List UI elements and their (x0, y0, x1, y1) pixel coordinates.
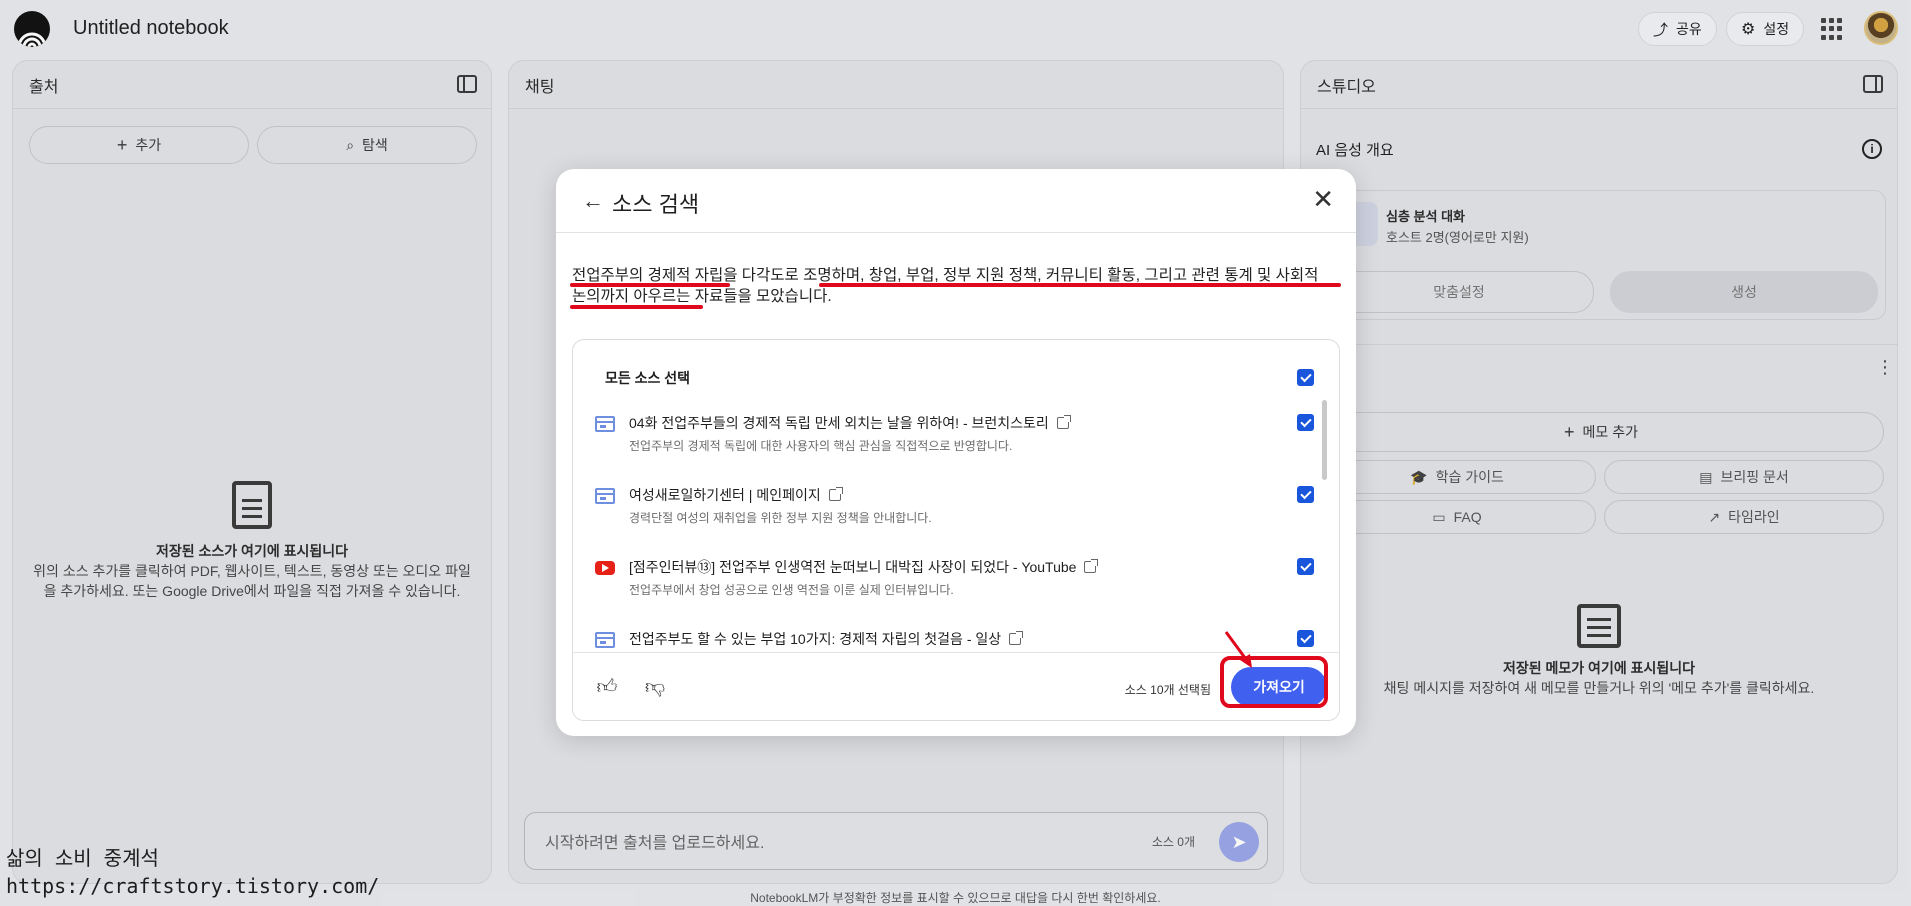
red-underline-annotation (570, 305, 703, 309)
list-scrollbar[interactable] (1322, 400, 1327, 480)
external-link-icon[interactable] (828, 487, 843, 501)
source-description: 경력단절 여성의 재취업을 위한 정부 지원 정책을 안내합니다. (629, 511, 932, 525)
source-description: 전업주부의 경제적 독립에 대한 사용자의 핵심 관심을 직접적으로 반영합니다… (629, 439, 1013, 453)
dialog-header: ← 소스 검색 ✕ (556, 169, 1356, 233)
external-link-icon[interactable] (1056, 415, 1071, 429)
source-checkbox[interactable] (1297, 630, 1314, 647)
source-title[interactable]: 전업주부도 할 수 있는 부업 10가지: 경제적 자립의 첫걸음 - 일상 (629, 629, 1024, 649)
source-description: 전업주부에서 창업 성공으로 인생 역전을 이룬 실제 인터뷰입니다. (629, 583, 954, 597)
source-checkbox[interactable] (1297, 558, 1314, 575)
source-title[interactable]: 여성새로일하기센터 | 메인페이지 (629, 485, 843, 505)
close-icon[interactable]: ✕ (1312, 185, 1334, 213)
source-checkbox[interactable] (1297, 486, 1314, 503)
dialog-title: 소스 검색 (612, 192, 700, 217)
web-page-icon (595, 488, 615, 504)
thumbs-up-icon[interactable]: 👍︎ (595, 675, 619, 699)
source-title[interactable]: 04화 전업주부들의 경제적 독립 만세 외치는 날을 위하여! - 브런치스토… (629, 413, 1071, 433)
source-title[interactable]: [점주인터뷰⑬] 전업주부 인생역전 눈떠보니 대박집 사장이 되었다 - Yo… (629, 557, 1099, 577)
source-item[interactable]: [점주인터뷰⑬] 전업주부 인생역전 눈떠보니 대박집 사장이 되었다 - Yo… (573, 552, 1314, 622)
select-all-label: 모든 소스 선택 (605, 370, 691, 386)
red-arrow-annotation (1224, 631, 1252, 668)
youtube-icon (595, 561, 615, 575)
source-checkbox[interactable] (1297, 414, 1314, 431)
web-page-icon (595, 632, 615, 648)
watermark-title: 삶의 소비 중계석 (6, 846, 159, 870)
external-link-icon[interactable] (1009, 631, 1024, 645)
thumbs-down-icon[interactable]: 👎︎ (643, 675, 667, 699)
web-page-icon (595, 416, 615, 432)
red-underline-annotation (570, 283, 730, 287)
red-underline-annotation (819, 283, 1341, 287)
select-all-checkbox[interactable] (1297, 369, 1314, 386)
selected-count: 소스 10개 선택됨 (1124, 683, 1211, 697)
external-link-icon[interactable] (1084, 559, 1099, 573)
source-item[interactable]: 여성새로일하기센터 | 메인페이지 경력단절 여성의 재취업을 위한 정부 지원… (573, 480, 1314, 550)
search-summary-line-2: 논의까지 아우르는 자료들을 모았습니다. (572, 288, 832, 305)
source-item[interactable]: 04화 전업주부들의 경제적 독립 만세 외치는 날을 위하여! - 브런치스토… (573, 408, 1314, 478)
watermark-url: https://craftstory.tistory.com/ (6, 874, 380, 898)
arrow-left-icon[interactable]: ← (582, 190, 604, 212)
